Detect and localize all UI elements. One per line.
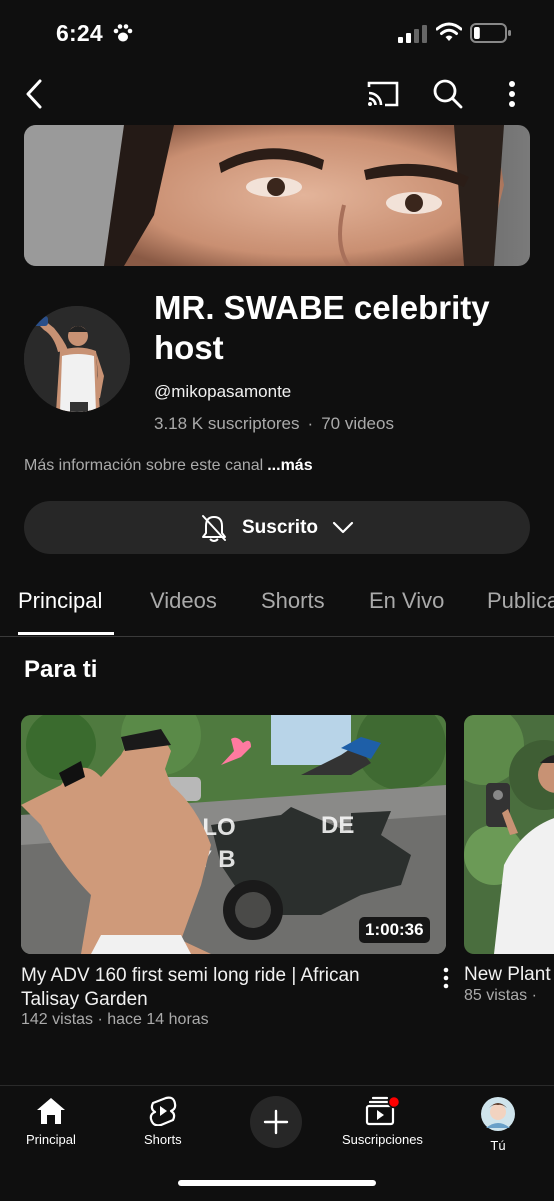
tab-principal[interactable]: Principal — [18, 588, 102, 614]
cellular-signal-icon — [398, 25, 427, 43]
channel-tabs: Principal Videos Shorts En Vivo Publicac… — [0, 578, 554, 637]
nav-label: Tú — [490, 1138, 506, 1153]
subscribed-label: Suscrito — [241, 516, 319, 538]
video-meta: 142 vistas · hace 14 horas — [21, 1011, 209, 1028]
nav-label: Suscripciones — [342, 1132, 423, 1147]
notifications-off-icon — [201, 514, 226, 542]
back-arrow-icon[interactable] — [22, 78, 50, 110]
search-icon[interactable] — [432, 78, 464, 110]
nav-shorts[interactable]: Shorts — [144, 1096, 182, 1147]
channel-banner — [24, 125, 530, 266]
nav-principal[interactable]: Principal — [26, 1096, 76, 1147]
paw-icon — [113, 24, 133, 42]
tab-en-vivo[interactable]: En Vivo — [369, 588, 444, 614]
battery-icon — [470, 23, 511, 43]
status-time: 6:24 — [56, 20, 103, 46]
tab-shorts[interactable]: Shorts — [261, 588, 325, 614]
about-text[interactable]: Más información sobre este canal — [24, 457, 263, 474]
svg-text:DE: DE — [321, 812, 354, 839]
nav-label: Shorts — [144, 1132, 182, 1147]
wifi-icon — [436, 22, 462, 41]
subscriptions-icon — [366, 1096, 401, 1126]
nav-label: Principal — [26, 1132, 76, 1147]
create-icon — [263, 1109, 289, 1135]
subscribed-button[interactable]: Suscrito — [24, 501, 530, 554]
more-options-icon[interactable] — [502, 78, 522, 110]
video-duration: 1:00:36 — [359, 917, 430, 943]
channel-stats: 3.18 K suscriptores · 70 videos — [154, 414, 394, 433]
nav-tu[interactable]: Tú — [480, 1096, 516, 1153]
video-count: 70 videos — [321, 414, 394, 433]
channel-about[interactable]: Más información sobre este canal ...más — [24, 457, 313, 475]
shorts-icon — [149, 1096, 177, 1126]
nav-suscripciones[interactable]: Suscripciones — [342, 1096, 423, 1147]
video-meta-2: 85 vistas · — [464, 987, 537, 1004]
subscriber-count: 3.18 K suscriptores — [154, 414, 300, 433]
channel-avatar[interactable] — [24, 306, 130, 412]
chevron-down-icon — [332, 521, 354, 533]
video-thumbnail-2[interactable] — [464, 715, 554, 954]
channel-handle: @mikopasamonte — [154, 382, 292, 401]
video-options-icon[interactable] — [438, 966, 454, 992]
tab-videos[interactable]: Videos — [150, 588, 217, 614]
home-icon — [36, 1098, 65, 1124]
active-tab-indicator — [18, 632, 114, 635]
tab-publicaciones[interactable]: Publicaciones — [487, 588, 554, 614]
account-avatar-icon — [481, 1097, 515, 1131]
home-indicator — [178, 1180, 376, 1186]
about-more-link[interactable]: ...más — [267, 457, 312, 474]
cast-icon[interactable] — [366, 80, 400, 108]
channel-name: MR. SWABE celebrity host — [154, 289, 490, 366]
create-button[interactable] — [250, 1096, 302, 1148]
video-title[interactable]: My ADV 160 first semi long ride | Africa… — [21, 964, 421, 1012]
section-title: Para ti — [24, 656, 98, 683]
video-title-2[interactable]: New Plant — [464, 964, 551, 986]
